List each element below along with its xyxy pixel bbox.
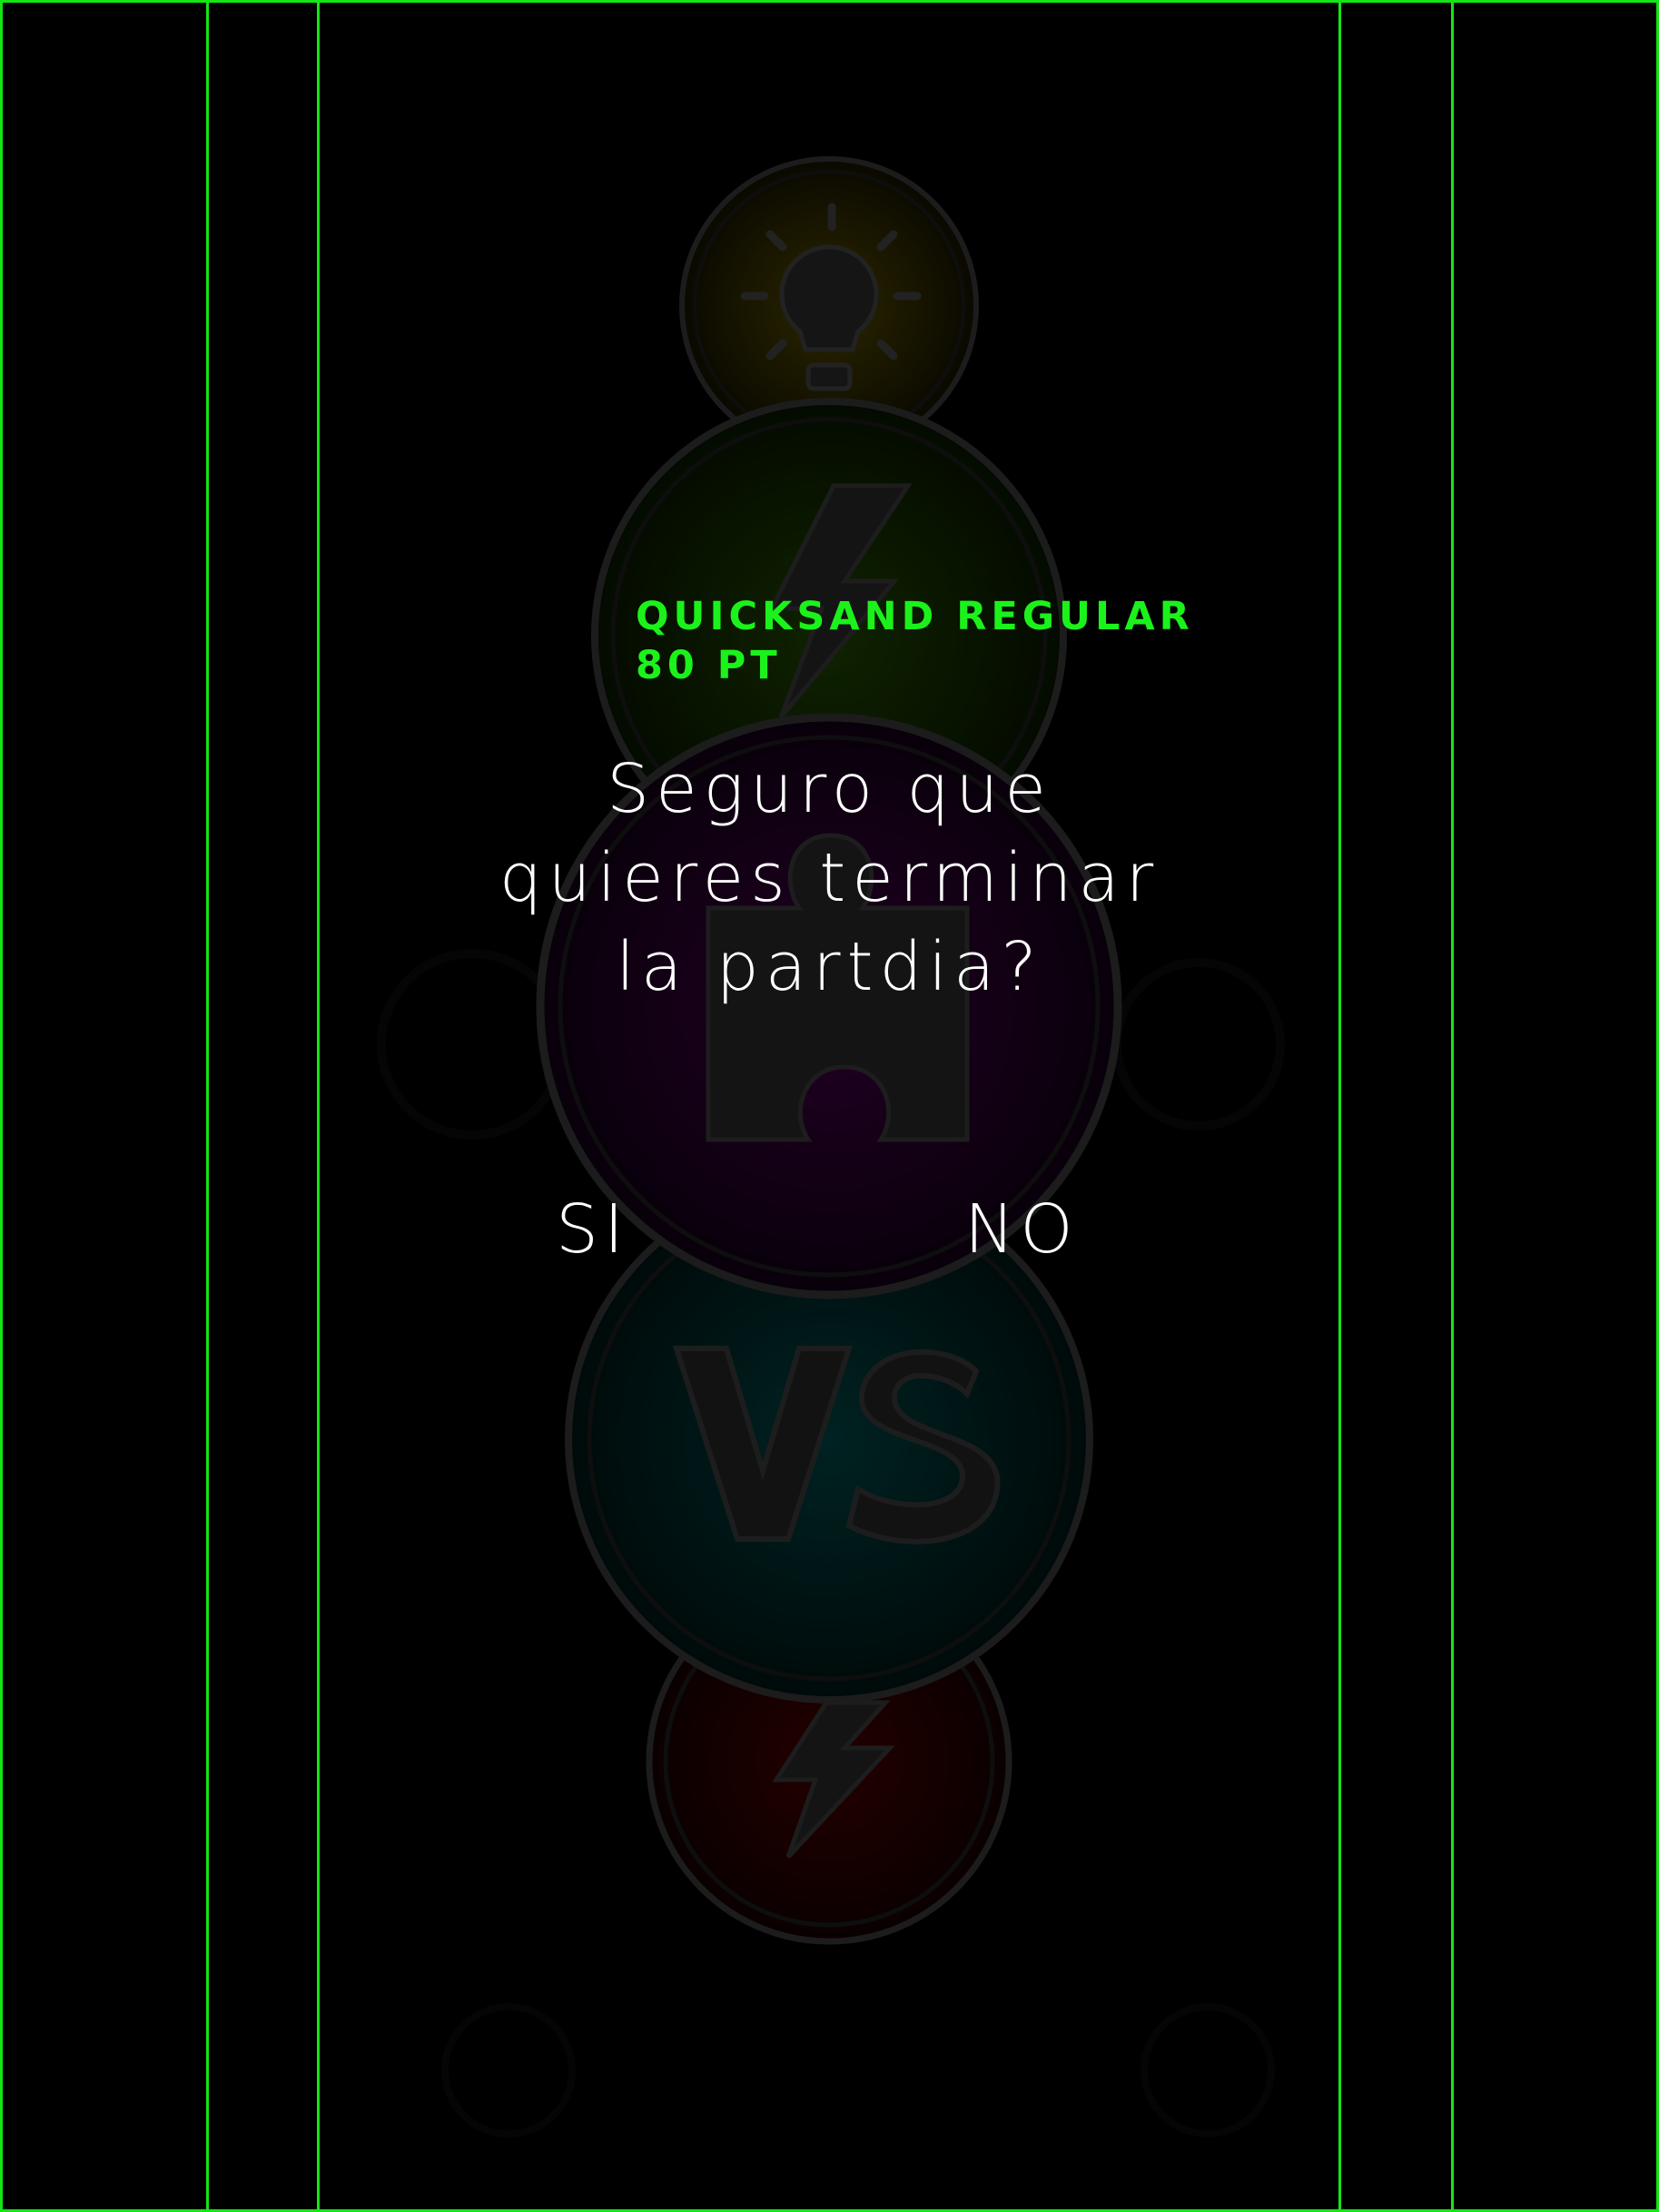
confirm-yes-button[interactable]: SI: [547, 1185, 638, 1274]
guide-left-margin-outer: [206, 0, 209, 2212]
question-line-2: quieres terminar: [499, 839, 1160, 917]
side-decoration-right: [1112, 958, 1285, 2138]
side-decoration-left: [377, 949, 576, 2138]
guide-right-margin-inner: [1338, 0, 1341, 2212]
font-spec-size: 80 PT: [636, 643, 782, 688]
exit-game-question: Seguro que quieres terminar la partdia?: [363, 745, 1296, 1012]
question-line-3: la partdia?: [616, 928, 1043, 1006]
guide-top: [0, 0, 1659, 3]
question-line-1: Seguro que: [607, 750, 1052, 828]
font-spec-annotation: QUICKSAND REGULAR 80 PT: [636, 592, 1194, 690]
cancel-no-button[interactable]: NO: [955, 1185, 1088, 1274]
font-spec-name: QUICKSAND REGULAR: [636, 594, 1194, 639]
background-mode-icons: [377, 156, 1285, 2138]
guide-left-margin-inner: [317, 0, 320, 2212]
guide-right-margin-outer: [1451, 0, 1454, 2212]
guide-left-edge: [0, 0, 3, 2212]
pause-dialog-screen: QUICKSAND REGULAR 80 PT Seguro que quier…: [0, 0, 1659, 2212]
